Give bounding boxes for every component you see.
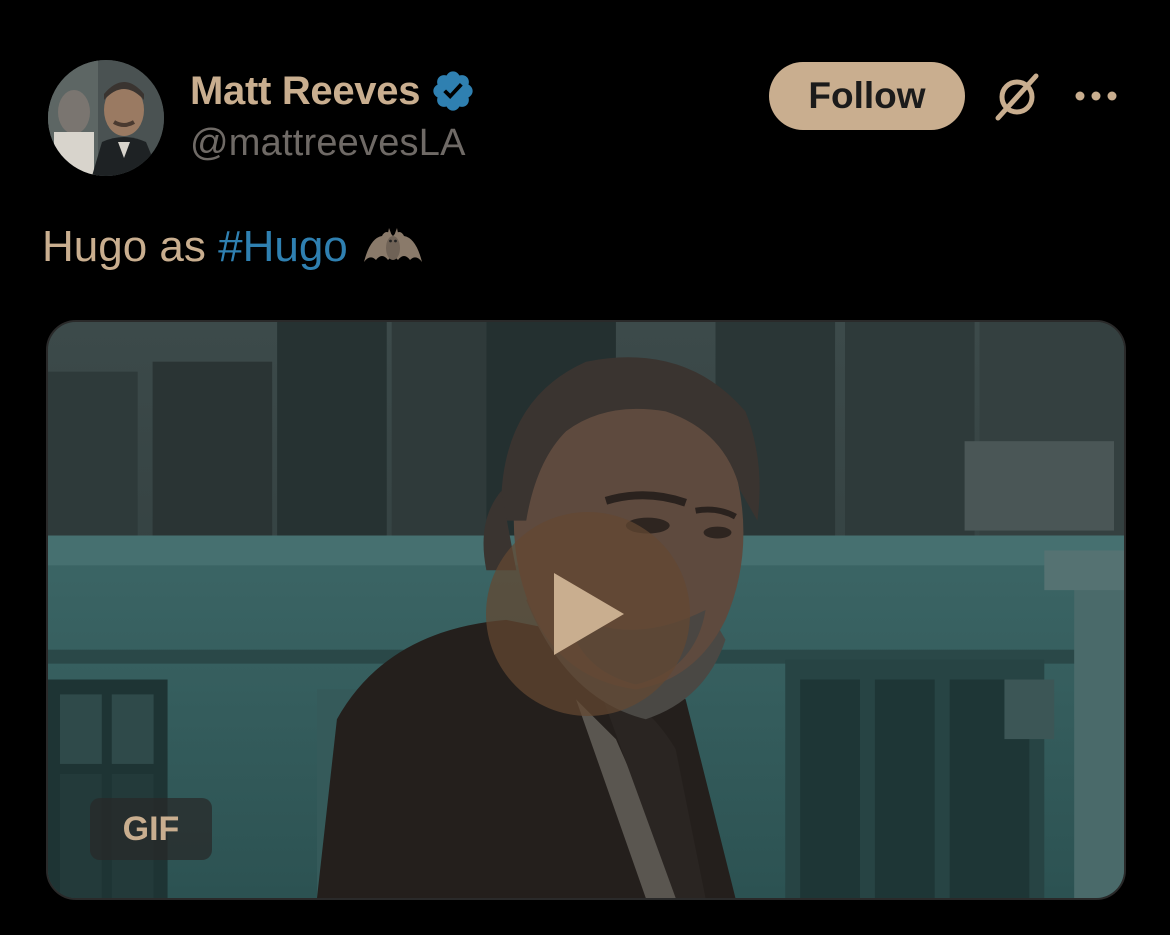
play-icon <box>554 573 624 655</box>
profile-photo <box>48 60 164 176</box>
display-name[interactable]: Matt Reeves <box>190 69 420 114</box>
gif-badge: GIF <box>90 798 212 860</box>
media-gif[interactable]: GIF <box>46 320 1126 900</box>
tweet-card: Matt Reeves @mattreevesLA Follow Hugo as… <box>0 0 1170 935</box>
follow-button[interactable]: Follow <box>769 62 965 130</box>
name-row: Matt Reeves <box>190 66 476 116</box>
more-options-icon <box>1075 91 1117 101</box>
avatar[interactable] <box>48 60 164 176</box>
more-options-button[interactable] <box>1070 78 1122 114</box>
author-info: Matt Reeves @mattreevesLA <box>190 66 476 165</box>
grok-icon <box>995 73 1039 121</box>
bat-emoji-icon <box>363 228 422 262</box>
tweet-text-plain: Hugo as <box>42 222 219 271</box>
grok-button[interactable] <box>988 70 1046 124</box>
play-button[interactable] <box>486 512 690 716</box>
tweet-text: Hugo as #Hugo <box>42 222 424 272</box>
hashtag-link[interactable]: #Hugo <box>218 222 348 272</box>
handle[interactable]: @mattreevesLA <box>190 122 476 165</box>
verified-badge-icon[interactable] <box>430 68 476 114</box>
